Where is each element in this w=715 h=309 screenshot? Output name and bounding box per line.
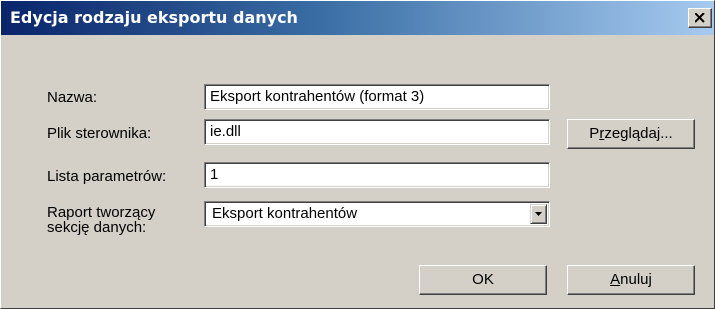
window-title: Edycja rodzaju eksportu danych bbox=[10, 8, 298, 27]
name-input[interactable] bbox=[207, 87, 546, 106]
browse-label-rest: zeglądaj... bbox=[604, 125, 673, 142]
report-select-value: Eksport kontrahentów bbox=[212, 205, 358, 222]
report-select[interactable]: Eksport kontrahentów bbox=[204, 201, 550, 227]
driver-file-input[interactable] bbox=[207, 122, 546, 141]
close-icon bbox=[695, 13, 705, 23]
chevron-down-icon bbox=[535, 212, 542, 216]
params-input[interactable] bbox=[207, 165, 546, 184]
ok-button[interactable]: OK bbox=[419, 265, 547, 295]
cancel-label-mnemonic: A bbox=[610, 271, 621, 288]
browse-label-prefix: P bbox=[589, 125, 600, 142]
params-field-frame bbox=[204, 162, 550, 188]
dialog-window: Edycja rodzaju eksportu danych Nazwa: Pl… bbox=[0, 0, 715, 309]
title-bar[interactable]: Edycja rodzaju eksportu danych bbox=[1, 1, 714, 35]
params-label: Lista parametrów: bbox=[47, 168, 167, 185]
driver-file-field-frame bbox=[204, 119, 550, 145]
cancel-label-rest: nuluj bbox=[620, 271, 652, 288]
name-field-frame bbox=[204, 84, 550, 110]
cancel-button[interactable]: Anuluj bbox=[567, 265, 695, 295]
name-label: Nazwa: bbox=[47, 89, 98, 106]
driver-file-label: Plik sterownika: bbox=[47, 125, 152, 142]
report-dropdown-button[interactable] bbox=[530, 204, 547, 224]
browse-button[interactable]: Przeglądaj... bbox=[567, 119, 695, 149]
report-label-line2: sekcję danych: bbox=[47, 219, 147, 236]
close-button[interactable] bbox=[688, 8, 712, 28]
